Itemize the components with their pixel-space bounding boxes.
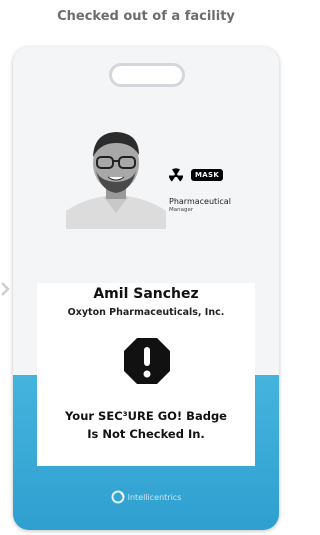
avatar [66, 119, 166, 229]
person-name: Amil Sanchez [93, 286, 199, 302]
company-name: Oxyton Pharmaceuticals, Inc. [67, 307, 225, 318]
brand-logo: Intellicentrics [13, 490, 279, 504]
id-badge: MASK Pharmaceutical Manager Amil Sanchez… [13, 47, 279, 530]
brand-name: Intellicentrics [127, 492, 182, 502]
brand-logo-icon [111, 490, 125, 504]
radiation-icon [169, 168, 183, 182]
hazard-icons: MASK [169, 168, 224, 182]
chevron-right-icon [1, 282, 10, 296]
status-message-line2: Is Not Checked In. [87, 427, 205, 441]
status-message-line1: Your SEC³URE GO! Badge [65, 409, 227, 423]
department-label: Pharmaceutical [169, 197, 231, 206]
status-card: Amil Sanchez Oxyton Pharmaceuticals, Inc… [37, 283, 255, 466]
role-label: Manager [169, 207, 194, 213]
mask-badge: MASK [191, 169, 224, 181]
alert-octagon-icon [124, 338, 170, 384]
lanyard-slot [109, 63, 185, 87]
page-caption: Checked out of a facility [57, 9, 235, 24]
